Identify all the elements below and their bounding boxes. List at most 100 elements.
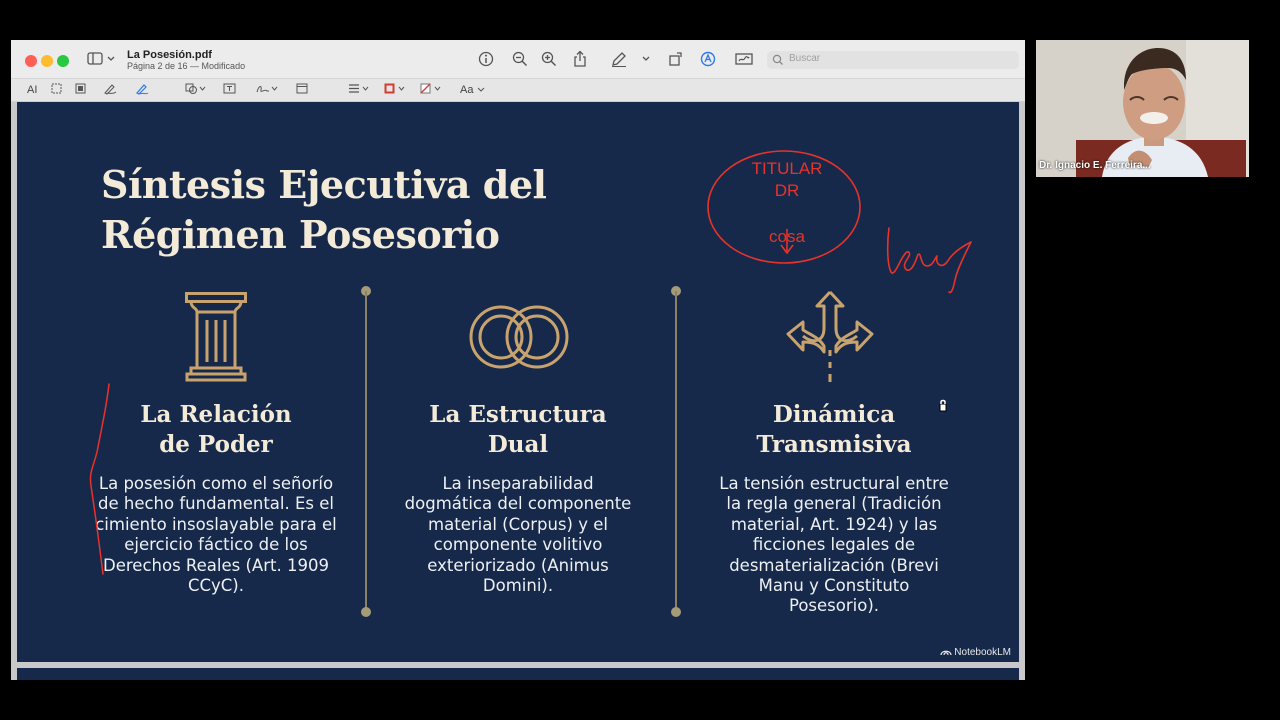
- markup-toolbar: AI Aa: [11, 79, 1025, 102]
- column-title-line: La Estructura: [429, 401, 607, 428]
- column-divider: [675, 291, 677, 611]
- rect-selection-tool[interactable]: [51, 83, 62, 99]
- sidebar-toggle-button[interactable]: [87, 52, 117, 66]
- body-line: dogmática del componente: [404, 494, 632, 514]
- info-button[interactable]: [478, 51, 494, 67]
- border-color-tool[interactable]: [384, 83, 408, 99]
- body-line: material (Corpus) y el: [428, 514, 608, 534]
- pen-icon: [612, 52, 650, 67]
- share-button[interactable]: [572, 50, 588, 67]
- column-body: La tensión estructural entre la regla ge…: [709, 474, 959, 617]
- next-slide-page: [17, 668, 1019, 680]
- column-title-line: Dinámica: [772, 401, 896, 428]
- zoom-out-button[interactable]: [512, 51, 528, 67]
- body-line: Derechos Reales (Art. 1909: [103, 555, 329, 575]
- body-line: La inseparabilidad: [442, 474, 594, 493]
- column-body: La posesión como el señorío de hecho fun…: [91, 474, 341, 596]
- fill-color-icon: [420, 83, 441, 94]
- search-placeholder: Buscar: [789, 53, 821, 64]
- zoom-in-button[interactable]: [541, 51, 557, 67]
- body-line: La tensión estructural entre: [719, 474, 949, 493]
- body-line: componente volitivo: [433, 535, 603, 555]
- body-line: cimiento insoslayable para el: [95, 514, 337, 534]
- draw-tool[interactable]: [136, 83, 149, 100]
- body-line: Manu y Constituto: [758, 576, 910, 596]
- column-body: La inseparabilidad dogmática del compone…: [393, 474, 643, 596]
- body-line: la regla general (Tradición: [726, 494, 942, 514]
- column-title-line: de Poder: [159, 431, 273, 458]
- document-status: Página 2 de 16 — Modificado: [127, 61, 246, 71]
- border-color-icon: [384, 83, 405, 94]
- body-line: exteriorizado (Animus: [427, 555, 609, 575]
- sign-icon: [256, 86, 278, 93]
- markup-icon: [700, 51, 716, 67]
- body-line: CCyC).: [187, 576, 244, 596]
- column-title: La Relación de Poder: [86, 400, 346, 460]
- draw-icon: [136, 84, 149, 95]
- notebooklm-watermark: NotebookLM: [940, 647, 1011, 658]
- ink-line: cosa: [769, 227, 805, 246]
- close-window-button[interactable]: [25, 55, 37, 67]
- sketch-icon: [104, 84, 117, 95]
- body-line: desmaterialización (Brevi: [729, 555, 939, 575]
- document-title: La Posesión.pdf: [127, 49, 212, 61]
- text-box-icon: [223, 83, 236, 94]
- redact-tool[interactable]: [75, 83, 86, 99]
- zoom-out-icon: [512, 51, 528, 67]
- ink-line: TITULAR: [751, 159, 823, 178]
- interlocked-rings-icon: [469, 305, 569, 369]
- note-tool[interactable]: [296, 83, 308, 99]
- body-line: de hecho fundamental. Es el: [98, 494, 334, 514]
- shapes-tool[interactable]: [185, 83, 207, 100]
- column-title-line: La Relación: [140, 401, 292, 428]
- title-bar: La Posesión.pdf Página 2 de 16 — Modific…: [11, 40, 1025, 79]
- column-title-line: Dual: [487, 431, 549, 458]
- search-field[interactable]: Buscar: [767, 51, 1019, 69]
- column-title: Dinámica Transmisiva: [704, 400, 964, 460]
- body-line: ejercicio fáctico de los: [124, 535, 308, 555]
- diverging-arrows-icon: [786, 290, 874, 382]
- cursor-icon: [939, 399, 947, 412]
- font-label: Aa: [460, 84, 474, 96]
- zoom-window-button[interactable]: [57, 55, 69, 67]
- slide-title-line1: Síntesis Ejecutiva del: [101, 162, 547, 207]
- body-line: Domini).: [482, 576, 554, 596]
- divider-dot: [361, 607, 371, 617]
- body-line: Posesorio).: [788, 596, 880, 616]
- text-box-tool[interactable]: [223, 83, 236, 99]
- markup-toggle-button[interactable]: [700, 51, 716, 67]
- signature-button[interactable]: [735, 52, 753, 66]
- webcam-tile: Dr. Ignacio E. Ferreira...: [1036, 40, 1249, 177]
- font-tool[interactable]: Aa: [460, 82, 485, 98]
- slide-title-line2: Régimen Posesorio: [101, 212, 500, 257]
- ink-annotation-text: TITULAR DR cosa: [707, 158, 867, 248]
- body-line: La posesión como el señorío: [98, 474, 334, 493]
- minimize-window-button[interactable]: [41, 55, 53, 67]
- markup-pen-button[interactable]: [611, 51, 651, 67]
- rotate-button[interactable]: [668, 51, 684, 67]
- slide-page: Síntesis Ejecutiva del Régimen Posesorio: [17, 102, 1019, 662]
- notebooklm-logo-icon: [940, 651, 952, 656]
- ink-line: DR: [774, 181, 800, 200]
- rect-select-icon: [51, 83, 62, 94]
- sketch-tool[interactable]: [104, 83, 117, 100]
- column-title-line: Transmisiva: [756, 431, 912, 458]
- shapes-icon: [185, 83, 206, 94]
- line-style-icon: [349, 84, 369, 93]
- redact-icon: [75, 83, 86, 94]
- column-divider: [365, 291, 367, 611]
- watermark-text: NotebookLM: [954, 647, 1011, 658]
- column-pillar-icon: [185, 292, 247, 382]
- text-selection-tool[interactable]: AI: [27, 82, 37, 98]
- sign-tool[interactable]: [256, 83, 280, 100]
- signature-icon: [735, 53, 753, 65]
- share-icon: [574, 50, 586, 67]
- shape-style-tool[interactable]: [348, 83, 370, 99]
- preview-window: La Posesión.pdf Página 2 de 16 — Modific…: [11, 40, 1025, 680]
- column-title: La Estructura Dual: [388, 400, 648, 460]
- chevron-down-icon: [477, 87, 484, 92]
- rotate-icon: [669, 52, 682, 66]
- fill-color-tool[interactable]: [420, 83, 444, 99]
- screen: La Posesión.pdf Página 2 de 16 — Modific…: [0, 0, 1280, 720]
- sidebar-icon: [87, 52, 115, 65]
